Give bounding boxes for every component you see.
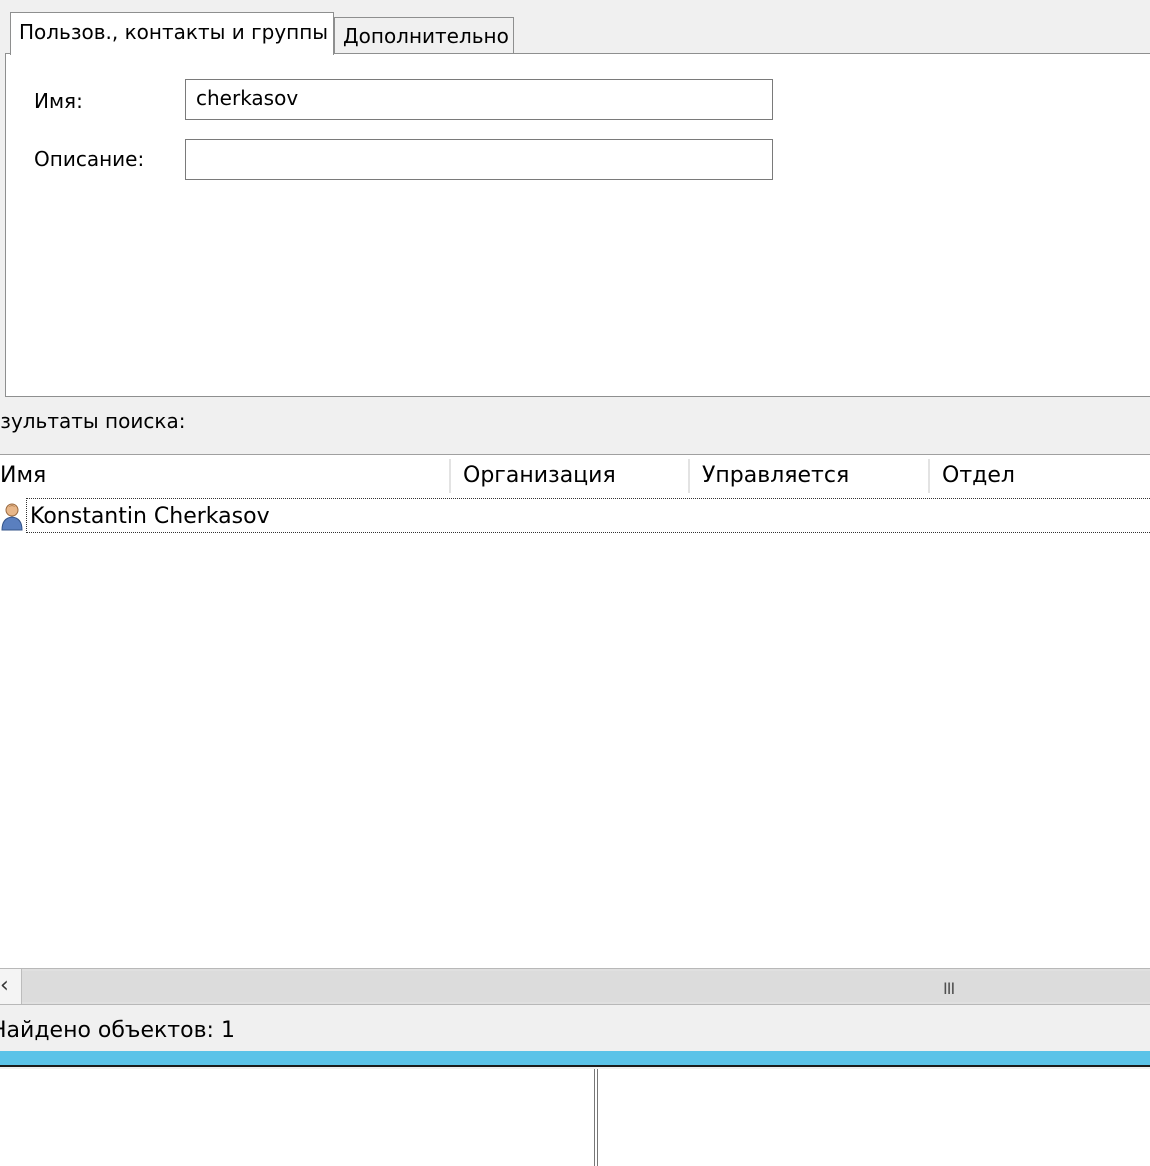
window-title-bar (0, 1051, 1150, 1067)
search-results-label: езультаты поиска: (0, 409, 186, 433)
user-icon (1, 503, 23, 531)
status-text: Найдено объектов: 1 (0, 1018, 235, 1043)
tab-advanced[interactable]: Дополнительно (334, 17, 514, 53)
search-criteria-panel: Имя: cherkasov Описание: (5, 53, 1150, 397)
tab-users-label: Пользов., контакты и группы (19, 20, 329, 44)
pane-splitter[interactable] (594, 1069, 598, 1166)
tab-advanced-label: Дополнительно (343, 24, 509, 48)
column-header-organization[interactable]: Организация (451, 455, 689, 495)
lower-window-pane (0, 1069, 1150, 1166)
name-input[interactable]: cherkasov (185, 79, 773, 120)
name-label: Имя: (34, 89, 83, 113)
column-header-name[interactable]: Имя (0, 455, 448, 495)
name-input-value: cherkasov (196, 86, 299, 110)
column-header-managed-by-label: Управляется (702, 463, 850, 488)
column-header-department[interactable]: Отдел (930, 455, 1150, 495)
description-label: Описание: (34, 147, 145, 171)
column-header-managed-by[interactable]: Управляется (690, 455, 928, 495)
column-header-name-label: Имя (0, 463, 47, 488)
scrollbar-thumb[interactable] (22, 971, 1150, 1002)
column-header-organization-label: Организация (463, 463, 616, 488)
results-list[interactable]: Имя Организация Управляется Отдел Konsta… (0, 454, 1150, 969)
column-header-department-label: Отдел (942, 463, 1015, 488)
scrollbar-grip-icon: III (943, 979, 955, 998)
horizontal-scrollbar[interactable]: ‹ III (0, 968, 1150, 1005)
tab-users-contacts-groups[interactable]: Пользов., контакты и группы (10, 12, 334, 55)
description-input[interactable] (185, 139, 773, 180)
scroll-left-icon[interactable]: ‹ (0, 969, 22, 1004)
row-name-cell: Konstantin Cherkasov (30, 504, 270, 529)
